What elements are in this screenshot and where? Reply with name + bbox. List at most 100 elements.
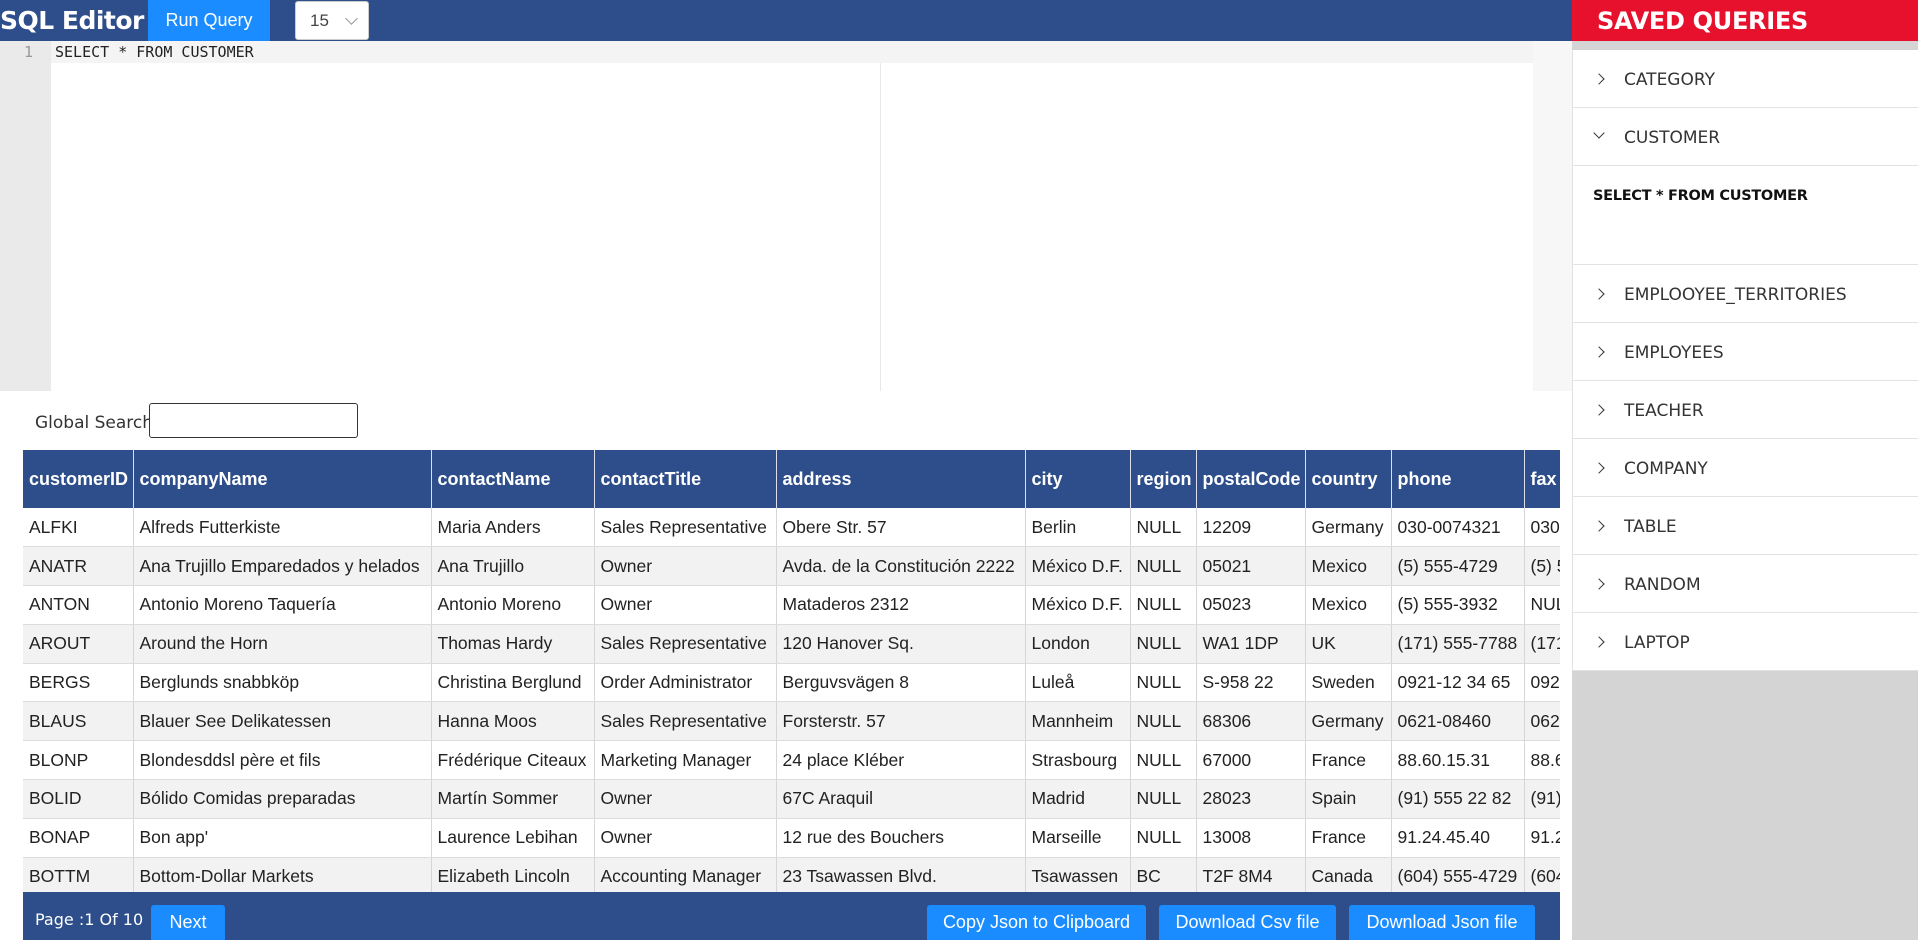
- table-cell: NULL: [1524, 585, 1560, 625]
- column-header[interactable]: postalCode: [1196, 450, 1306, 508]
- saved-query-category[interactable]: CATEGORY: [1572, 50, 1918, 108]
- next-page-button[interactable]: Next: [151, 905, 225, 940]
- saved-query-label: LAPTOP: [1624, 633, 1690, 653]
- table-cell: (171) 555-7788: [1391, 624, 1525, 664]
- table-row[interactable]: BERGS Berglunds snabbköp Christina Berglun…: [23, 663, 1560, 703]
- saved-query-table[interactable]: TABLE: [1572, 497, 1918, 555]
- chevron-down-icon: [1593, 127, 1605, 139]
- table-row[interactable]: BLONP Blondesddsl père et fils Frédérique …: [23, 740, 1560, 781]
- table-cell: Blauer See Delikatessen: [133, 701, 432, 742]
- table-cell: Martín Sommer: [431, 779, 595, 819]
- run-query-button[interactable]: Run Query: [148, 0, 270, 41]
- chevron-right-icon: [1593, 462, 1605, 474]
- table-cell: Sales Representative: [594, 624, 777, 664]
- global-search-label: Global Search:: [35, 413, 159, 433]
- table-cell: 030-0074321: [1391, 508, 1525, 548]
- table-cell: 030-0076545: [1524, 508, 1560, 548]
- column-header[interactable]: country: [1305, 450, 1392, 508]
- active-line-highlight: [51, 41, 1533, 63]
- table-cell: Owner: [594, 546, 777, 587]
- saved-query-laptop[interactable]: LAPTOP: [1572, 613, 1918, 671]
- column-header[interactable]: companyName: [133, 450, 432, 508]
- table-cell: 0921-12 34 67: [1524, 663, 1560, 703]
- table-cell: NULL: [1130, 663, 1197, 703]
- table-cell: BOLID: [23, 779, 134, 819]
- table-cell: 68306: [1196, 701, 1306, 742]
- table-cell: NULL: [1130, 585, 1197, 625]
- saved-query-customer[interactable]: CUSTOMER: [1572, 108, 1918, 166]
- column-header[interactable]: contactTitle: [594, 450, 777, 508]
- table-cell: NULL: [1130, 818, 1197, 858]
- saved-query-emplooyee-territories[interactable]: EMPLOOYEE_TERRITORIES: [1572, 265, 1918, 323]
- table-cell: 91.24.45.40: [1391, 818, 1525, 858]
- column-header[interactable]: city: [1025, 450, 1131, 508]
- table-cell: WA1 1DP: [1196, 624, 1306, 664]
- table-row[interactable]: BOLID Bólido Comidas preparadas Martín Som…: [23, 779, 1560, 819]
- table-row[interactable]: BLAUS Blauer See Delikatessen Hanna Moos Sa…: [23, 701, 1560, 742]
- table-cell: Berlin: [1025, 508, 1131, 548]
- table-cell: Ana Trujillo Emparedados y helados: [133, 546, 432, 587]
- table-cell: Mexico: [1305, 546, 1392, 587]
- table-cell: (5) 555-3745: [1524, 546, 1560, 587]
- saved-query-label: TEACHER: [1624, 401, 1704, 421]
- table-cell: NULL: [1130, 624, 1197, 664]
- column-header[interactable]: customerID: [23, 450, 134, 508]
- saved-query-sql[interactable]: SELECT * FROM CUSTOMER: [1593, 188, 1808, 204]
- table-cell: Mexico: [1305, 585, 1392, 625]
- saved-query-random[interactable]: RANDOM: [1572, 555, 1918, 613]
- saved-query-teacher[interactable]: TEACHER: [1572, 381, 1918, 439]
- table-cell: 67000: [1196, 740, 1306, 781]
- table-row[interactable]: ALFKI Alfreds Futterkiste Maria Anders Sale…: [23, 508, 1560, 548]
- table-cell: Antonio Moreno Taquería: [133, 585, 432, 625]
- table-cell: 88.60.15.31: [1391, 740, 1525, 781]
- saved-query-label: EMPLOOYEE_TERRITORIES: [1624, 285, 1847, 305]
- table-cell: Laurence Lebihan: [431, 818, 595, 858]
- results-table: customerID companyName contactName contactT…: [23, 450, 1560, 892]
- table-row[interactable]: ANATR Ana Trujillo Emparedados y helados A…: [23, 546, 1560, 587]
- sql-code-editor[interactable]: 1 SELECT * FROM CUSTOMER: [0, 41, 1572, 391]
- row-limit-select[interactable]: 15: [295, 1, 369, 40]
- results-table-container[interactable]: customerID companyName contactName contactT…: [23, 450, 1560, 892]
- download-csv-button[interactable]: Download Csv file: [1159, 905, 1336, 940]
- table-cell: Canada: [1305, 857, 1392, 892]
- table-cell: Owner: [594, 818, 777, 858]
- saved-queries-list: CATEGORY CUSTOMER SELECT * FROM CUSTOMER EM…: [1572, 41, 1918, 671]
- table-cell: Germany: [1305, 508, 1392, 548]
- table-cell: Alfreds Futterkiste: [133, 508, 432, 548]
- column-header[interactable]: fax: [1524, 450, 1560, 508]
- table-cell: Marketing Manager: [594, 740, 777, 781]
- sql-editor-app: SQL Editor Run Query 15 1 SELECT * FROM …: [0, 0, 1918, 940]
- global-search-input[interactable]: [149, 403, 358, 438]
- table-row[interactable]: BOTTM Bottom-Dollar Markets Elizabeth Linc…: [23, 857, 1560, 892]
- table-cell: Bottom-Dollar Markets: [133, 857, 432, 892]
- saved-query-label: COMPANY: [1624, 459, 1708, 479]
- table-cell: (91) 555 91 99: [1524, 779, 1560, 819]
- table-cell: Christina Berglund: [431, 663, 595, 703]
- table-row[interactable]: BONAP Bon app' Laurence Lebihan Owner 12 rue…: [23, 818, 1560, 858]
- editor-gutter: 1: [0, 41, 51, 391]
- table-row[interactable]: AROUT Around the Horn Thomas Hardy Sales Re…: [23, 624, 1560, 664]
- table-cell: Ana Trujillo: [431, 546, 595, 587]
- saved-query-company[interactable]: COMPANY: [1572, 439, 1918, 497]
- table-cell: Tsawassen: [1025, 857, 1131, 892]
- table-cell: 67C Araquil: [776, 779, 1026, 819]
- saved-query-label: TABLE: [1624, 517, 1677, 537]
- table-row[interactable]: ANTON Antonio Moreno Taquería Antonio More…: [23, 585, 1560, 625]
- table-cell: Sales Representative: [594, 701, 777, 742]
- column-header[interactable]: region: [1130, 450, 1197, 508]
- table-cell: Accounting Manager: [594, 857, 777, 892]
- sql-query-text[interactable]: SELECT * FROM CUSTOMER: [55, 43, 254, 61]
- table-cell: BOTTM: [23, 857, 134, 892]
- column-header[interactable]: address: [776, 450, 1026, 508]
- saved-query-label: CUSTOMER: [1624, 128, 1721, 148]
- table-cell: Berglunds snabbköp: [133, 663, 432, 703]
- column-header[interactable]: contactName: [431, 450, 595, 508]
- table-cell: (171) 555-6750: [1524, 624, 1560, 664]
- editor-scrollbar[interactable]: [1533, 41, 1572, 391]
- copy-json-button[interactable]: Copy Json to Clipboard: [927, 905, 1146, 940]
- download-json-button[interactable]: Download Json file: [1349, 905, 1535, 940]
- column-header[interactable]: phone: [1391, 450, 1525, 508]
- chevron-right-icon: [1593, 346, 1605, 358]
- saved-query-employees[interactable]: EMPLOYEES: [1572, 323, 1918, 381]
- table-cell: 91.24.45.41: [1524, 818, 1560, 858]
